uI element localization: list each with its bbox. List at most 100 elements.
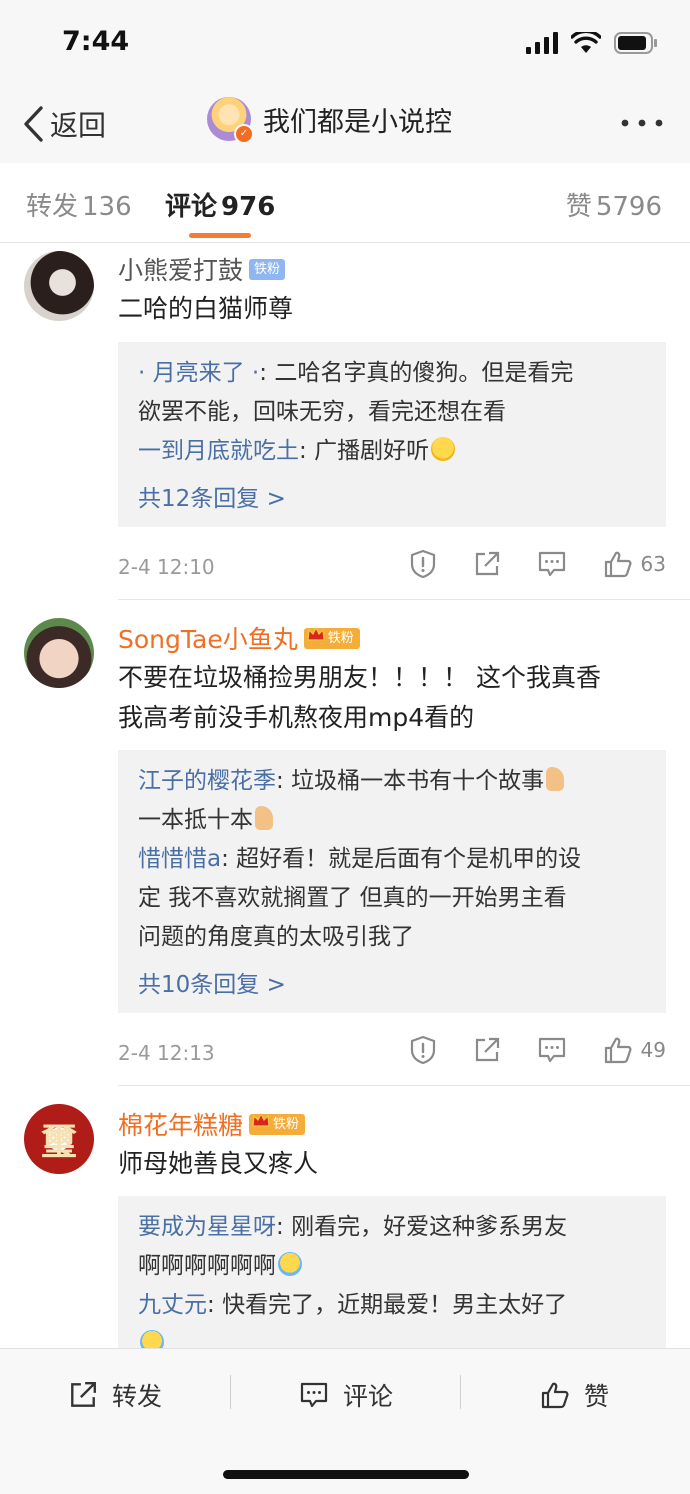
share-icon [71, 1382, 96, 1407]
tab-like[interactable]: 赞 5796 [566, 186, 662, 223]
reply-author[interactable]: 九丈元 [138, 1292, 207, 1318]
crying-emoji-icon [278, 1252, 302, 1276]
like-label: 赞 [584, 1382, 610, 1411]
reply-separator: : [299, 438, 315, 464]
like-button[interactable]: 赞 [540, 1377, 609, 1413]
comment-text: 不要在垃圾桶捡男朋友！！！！ 这个我真香 我高考前没手机熬夜用mp4看的 [118, 658, 601, 738]
reply-text: 二哈名字真的傻狗。但是看完 [274, 360, 574, 386]
share-button[interactable] [473, 1036, 501, 1064]
like-count: 63 [640, 552, 666, 576]
comment-button[interactable]: 评论 [299, 1377, 393, 1413]
reply-item[interactable]: 惜惜惜a: 超好看！就是后面有个是机甲的设 定 我不喜欢就搁置了 但真的一开始男… [138, 840, 646, 957]
avatar[interactable] [24, 618, 94, 688]
report-button[interactable] [409, 549, 437, 579]
vip-fan-badge-label: 铁粉 [327, 630, 354, 646]
reply-author[interactable]: 江子的樱花季 [138, 768, 276, 794]
vip-fan-badge-label: 铁粉 [273, 1116, 300, 1132]
reply-box[interactable]: 江子的樱花季: 垃圾桶一本书有十个故事 一本抵十本 惜惜惜a: 超好看！就是后面… [118, 750, 666, 1013]
crown-icon [252, 1112, 270, 1127]
back-label: 返回 [50, 109, 107, 142]
battery-icon [614, 32, 657, 54]
status-icons [518, 32, 658, 56]
status-time: 7:44 [62, 26, 130, 57]
more-replies-link[interactable]: 共12条回复 > [138, 479, 646, 513]
comment-author-row: 小熊爱打鼓 铁粉 [118, 251, 286, 287]
report-button[interactable] [409, 1035, 437, 1065]
reply-box[interactable]: 要成为星星呀: 刚看完，好爱这种爹系男友 啊啊啊啊啊啊 九丈元: 快看完了，近期… [118, 1196, 666, 1356]
chevron-left-icon [22, 105, 44, 143]
comment-author[interactable]: 小熊爱打鼓 [118, 251, 243, 287]
divider [118, 599, 690, 600]
more-replies-link[interactable]: 共10条回复 > [138, 965, 646, 999]
comment-meta: 2-4 12:10 63 [118, 549, 666, 587]
tab-like-count: 5796 [595, 192, 662, 222]
comment-text-line: 不要在垃圾桶捡男朋友！！！！ 这个我真香 [118, 663, 601, 692]
tearful-emoji-icon [431, 437, 456, 461]
active-tab-indicator [189, 233, 251, 238]
back-button[interactable]: 返回 [22, 104, 106, 144]
comment-text: 二哈的白猫师尊 [118, 289, 293, 329]
share-button[interactable] [473, 550, 501, 578]
vip-fan-badge: 铁粉 [249, 1112, 306, 1135]
tab-comment[interactable]: 评论 976 [165, 186, 275, 223]
home-indicator[interactable] [223, 1470, 469, 1479]
thumbs-up-icon [604, 1037, 632, 1064]
comment-author[interactable]: SongTae小鱼丸 [118, 620, 298, 656]
comment-icon [300, 1382, 328, 1408]
avatar-seal-text: 璽 [40, 1121, 77, 1163]
divider [230, 1375, 231, 1409]
tab-forward-count: 136 [82, 192, 132, 222]
reply-text: 问题的角度真的太吸引我了 [138, 924, 414, 950]
thumbs-up-emoji-icon [546, 767, 565, 791]
page-title: 我们都是小说控 [263, 106, 452, 138]
reply-item[interactable]: 江子的樱花季: 垃圾桶一本书有十个故事 一本抵十本 [138, 762, 646, 840]
reply-separator: : [259, 360, 275, 386]
comment-meta: 2-4 12:13 49 [118, 1035, 666, 1073]
comment-text-line: 二哈的白猫师尊 [118, 294, 294, 323]
reply-text: 啊啊啊啊啊啊 [138, 1253, 276, 1279]
tab-comment-count: 976 [221, 192, 276, 222]
forward-button[interactable]: 转发 [68, 1377, 162, 1413]
reply-text: 刚看完，好爱这种爹系男友 [291, 1214, 568, 1240]
comment-actions: 63 [373, 549, 666, 579]
comment-time: 2-4 12:10 [118, 555, 215, 579]
comment-author[interactable]: 棉花年糕糖 [118, 1106, 243, 1142]
avatar[interactable]: 璽 [24, 1104, 94, 1174]
reply-button[interactable] [537, 1036, 567, 1064]
reply-author[interactable]: 要成为星星呀 [138, 1214, 276, 1240]
tab-forward[interactable]: 转发 136 [26, 186, 132, 223]
thumbs-up-emoji-icon [255, 806, 273, 830]
account-avatar[interactable]: ✓ [207, 97, 254, 144]
reply-item[interactable]: · 月亮来了 ·: 二哈名字真的傻狗。但是看完 欲罢不能，回味无穷，看完还想在看 [138, 354, 646, 432]
like-button[interactable]: 49 [603, 1035, 666, 1065]
reply-item[interactable]: 要成为星星呀: 刚看完，好爱这种爹系男友 啊啊啊啊啊啊 [138, 1208, 646, 1286]
tab-forward-label: 转发 [26, 192, 79, 222]
reply-author[interactable]: 一到月底就吃土 [138, 438, 299, 464]
reply-author[interactable]: · 月亮来了 · [138, 360, 259, 386]
reply-separator: : [276, 1214, 292, 1240]
tab-bar: 转发 136 评论 976 赞 5796 [0, 163, 690, 243]
page-title-group[interactable]: ✓ 我们都是小说控 [207, 97, 452, 144]
wifi-icon [570, 32, 601, 53]
comment-text-line: 师母她善良又疼人 [118, 1149, 319, 1178]
fan-badge: 铁粉 [249, 258, 286, 280]
like-count: 49 [640, 1038, 666, 1062]
report-icon [410, 549, 435, 579]
report-icon [410, 1035, 435, 1065]
tab-like-label: 赞 [565, 192, 592, 222]
reply-separator: : [276, 768, 292, 794]
reply-text: 垃圾桶一本书有十个故事 [291, 768, 545, 794]
like-button[interactable]: 63 [603, 549, 666, 579]
reply-text: 一本抵十本 [138, 807, 253, 833]
tab-comment-label: 评论 [165, 192, 218, 222]
vip-fan-badge: 铁粉 [303, 626, 360, 649]
more-icon[interactable] [620, 118, 664, 128]
comment-time: 2-4 12:13 [118, 1041, 215, 1065]
reply-box[interactable]: · 月亮来了 ·: 二哈名字真的傻狗。但是看完 欲罢不能，回味无穷，看完还想在看… [118, 342, 666, 527]
comment-icon [538, 551, 565, 577]
reply-item[interactable]: 一到月底就吃土: 广播剧好听 [138, 432, 646, 471]
comment-author-row: 棉花年糕糖 铁粉 [118, 1106, 306, 1142]
reply-author[interactable]: 惜惜惜a [138, 846, 221, 872]
reply-button[interactable] [537, 550, 567, 578]
avatar[interactable] [24, 251, 94, 321]
